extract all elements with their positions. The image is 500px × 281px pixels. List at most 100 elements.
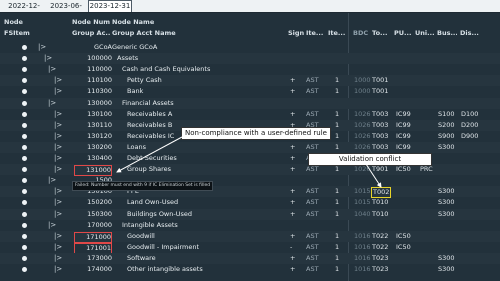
- group-acct-code[interactable]: 150200: [74, 198, 112, 207]
- to-cell[interactable]: T003: [372, 132, 388, 141]
- group-acct-code[interactable]: 100000: [74, 54, 112, 63]
- bdc-cell[interactable]: 1016: [354, 243, 371, 252]
- bus-cell[interactable]: S300: [438, 143, 455, 152]
- expand-arrow-icon[interactable]: |>: [54, 254, 62, 263]
- expand-arrow-icon[interactable]: |>: [38, 43, 46, 52]
- header-uni[interactable]: Uni...: [415, 29, 435, 37]
- sign-cell[interactable]: -: [290, 243, 292, 252]
- table-row[interactable]: |> 130000 Financial Assets: [0, 97, 500, 109]
- header-bus[interactable]: Bus...: [437, 29, 457, 37]
- expand-arrow-icon[interactable]: |>: [54, 232, 62, 241]
- expand-arrow-icon[interactable]: |>: [54, 243, 62, 252]
- item-cell[interactable]: 1: [335, 76, 339, 85]
- header-bdc[interactable]: BDC: [353, 29, 368, 37]
- row-select-radio[interactable]: [22, 255, 27, 261]
- header-sign[interactable]: Sign: [288, 29, 304, 37]
- group-acct-code[interactable]: 174000: [74, 265, 112, 274]
- table-row[interactable]: |> 170000 Intangible Assets: [0, 220, 500, 231]
- item-cell[interactable]: 1: [335, 198, 339, 207]
- item-type-cell[interactable]: AST: [306, 187, 319, 196]
- dis-cell[interactable]: D200: [461, 121, 478, 130]
- pu-cell[interactable]: IC99: [396, 132, 411, 141]
- table-row[interactable]: |> GCoA Generic GCoA: [0, 42, 500, 53]
- expand-arrow-icon[interactable]: |>: [54, 165, 62, 174]
- expand-arrow-icon[interactable]: |>: [54, 143, 62, 152]
- row-select-radio[interactable]: [22, 111, 27, 117]
- tab-2023-12-31[interactable]: 2023-12-31: [88, 0, 132, 12]
- pu-cell[interactable]: IC99: [396, 143, 411, 152]
- row-select-radio[interactable]: [22, 178, 27, 184]
- row-select-radio[interactable]: [22, 233, 27, 239]
- row-select-radio[interactable]: [22, 244, 27, 250]
- bdc-cell[interactable]: 1015: [354, 187, 371, 196]
- row-select-radio[interactable]: [22, 100, 27, 106]
- expand-arrow-icon[interactable]: |>: [54, 76, 62, 85]
- item-type-cell[interactable]: AST: [306, 254, 319, 263]
- sign-cell[interactable]: +: [290, 210, 295, 219]
- expand-arrow-icon[interactable]: |>: [54, 198, 62, 207]
- row-select-radio[interactable]: [22, 78, 27, 84]
- header-ite-2[interactable]: Ite...: [328, 29, 348, 37]
- item-type-cell[interactable]: AST: [306, 265, 319, 274]
- tab-2023-06-30[interactable]: 2023-06-30: [46, 1, 86, 20]
- bus-cell[interactable]: S900: [438, 132, 455, 141]
- group-acct-code[interactable]: 110000: [74, 65, 112, 74]
- sign-cell[interactable]: +: [290, 143, 295, 152]
- group-acct-code[interactable]: 110100: [74, 76, 112, 85]
- row-select-radio[interactable]: [22, 156, 27, 161]
- sign-cell[interactable]: +: [290, 110, 295, 119]
- expand-arrow-icon[interactable]: |>: [48, 221, 56, 230]
- group-acct-code[interactable]: 130100: [74, 110, 112, 119]
- item-cell[interactable]: 1: [335, 187, 339, 196]
- pu-cell[interactable]: IC50: [396, 243, 411, 252]
- pu-cell[interactable]: IC99: [396, 121, 411, 130]
- row-select-radio[interactable]: [22, 189, 27, 195]
- sign-cell[interactable]: +: [290, 87, 295, 96]
- group-acct-code[interactable]: 130000: [74, 99, 112, 108]
- item-type-cell[interactable]: AST: [306, 110, 319, 119]
- bus-cell[interactable]: S300: [438, 254, 455, 263]
- sign-cell[interactable]: +: [290, 265, 295, 274]
- item-cell[interactable]: 1: [335, 132, 339, 141]
- table-row[interactable]: |> 173000 Software + AST 1 1016 T023 S300: [0, 252, 500, 264]
- expand-arrow-icon[interactable]: |>: [48, 99, 56, 108]
- group-acct-code[interactable]: 130400: [74, 154, 112, 163]
- bdc-cell[interactable]: 1040: [354, 210, 371, 219]
- table-row[interactable]: |> 171001 Goodwill - Impairment - AST 1 1016 T0…: [0, 242, 500, 254]
- uni-cell[interactable]: PRC: [420, 165, 433, 174]
- dis-cell[interactable]: D100: [461, 110, 478, 119]
- bus-cell[interactable]: S300: [438, 198, 455, 207]
- to-cell[interactable]: T023: [372, 265, 388, 274]
- sign-cell[interactable]: +: [290, 76, 295, 85]
- expand-arrow-icon[interactable]: |>: [54, 87, 62, 96]
- sign-cell[interactable]: +: [290, 232, 295, 241]
- bdc-cell[interactable]: 1016: [354, 265, 371, 274]
- item-cell[interactable]: 1: [335, 210, 339, 219]
- group-acct-code[interactable]: 110300: [74, 87, 112, 96]
- table-row[interactable]: |> 171000 Goodwill + AST 1 1016 T022 IC50: [0, 230, 500, 243]
- bdc-cell[interactable]: 1026: [354, 165, 371, 174]
- bdc-cell[interactable]: 1026: [354, 132, 371, 141]
- group-acct-code[interactable]: 150300: [74, 210, 112, 219]
- table-row[interactable]: |> 130100 Receivables A + AST 1 1026 T003 IC99 S1…: [0, 109, 500, 120]
- to-cell[interactable]: T001: [372, 87, 388, 96]
- header-dis[interactable]: Dis...: [460, 29, 482, 37]
- row-select-radio[interactable]: [22, 45, 27, 50]
- bdc-cell[interactable]: 1000: [354, 87, 371, 96]
- row-select-radio[interactable]: [22, 144, 27, 150]
- tab-2022-12-31[interactable]: 2022-12-31: [4, 1, 44, 20]
- to-cell[interactable]: T003: [372, 110, 388, 119]
- dis-cell[interactable]: D900: [461, 132, 478, 141]
- expand-arrow-icon[interactable]: |>: [48, 65, 56, 74]
- to-cell[interactable]: T003: [372, 121, 388, 130]
- sign-cell[interactable]: +: [290, 187, 295, 196]
- item-cell[interactable]: 1: [335, 121, 339, 130]
- bus-cell[interactable]: S200: [438, 121, 455, 130]
- expand-arrow-icon[interactable]: |>: [54, 210, 62, 219]
- row-select-radio[interactable]: [22, 89, 27, 95]
- bdc-cell[interactable]: 1026: [354, 121, 371, 130]
- bdc-cell[interactable]: 1016: [354, 232, 371, 241]
- header-to[interactable]: To...: [372, 29, 392, 37]
- table-row[interactable]: |> 150200 Land Own-Used + AST 1 1015 T010 S300: [0, 197, 500, 208]
- item-cell[interactable]: 1: [335, 165, 339, 174]
